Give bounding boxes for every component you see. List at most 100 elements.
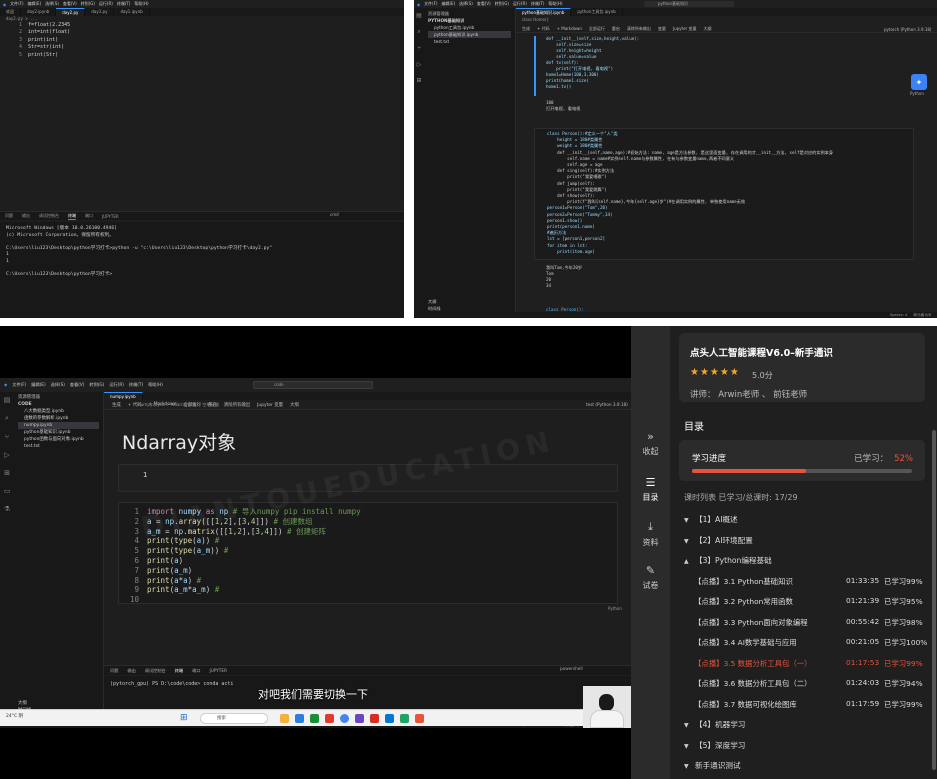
editor-tab[interactable]: day1.py bbox=[85, 8, 115, 16]
search-icon[interactable]: ⌕ bbox=[5, 414, 9, 423]
kernel-picker[interactable]: pytorch (Python 3.9.18) bbox=[884, 27, 931, 32]
code-editor[interactable]: 1 f=float(2.2345 2 int=int(float) 3 print(int… bbox=[0, 22, 404, 216]
sidebar-item[interactable]: PYTHON基础知识 bbox=[428, 17, 511, 24]
terminal-kind[interactable]: powershell bbox=[560, 666, 583, 671]
toolbar-item[interactable]: 大纲 bbox=[290, 402, 299, 408]
sidebar-section[interactable]: 大纲 bbox=[428, 298, 441, 305]
store-icon[interactable] bbox=[310, 714, 319, 723]
extensions-icon[interactable]: ⊞ bbox=[4, 469, 10, 477]
extensions-icon[interactable]: ⊞ bbox=[416, 77, 421, 84]
section-item[interactable]: ▼ 【1】AI概述 bbox=[684, 514, 924, 525]
menu-item[interactable]: 查看(V) bbox=[63, 1, 77, 7]
editor-tab[interactable]: day2.py bbox=[56, 8, 86, 16]
sidebar-item[interactable]: python函数与面向对象.ipynb bbox=[18, 436, 99, 443]
app-icon[interactable] bbox=[325, 714, 334, 723]
rail-collapse[interactable]: » 收起 bbox=[631, 430, 670, 457]
wps-icon[interactable] bbox=[370, 714, 379, 723]
toolbar-item[interactable]: Jupyter 变量 bbox=[673, 26, 697, 32]
menu-item[interactable]: 编辑(E) bbox=[442, 1, 456, 7]
edge-icon[interactable] bbox=[295, 714, 304, 723]
sidebar-item[interactable]: test.txt bbox=[18, 443, 99, 450]
panel-tab[interactable]: 终端 bbox=[68, 213, 76, 220]
editor-tab[interactable]: python基础知识.ipynb bbox=[516, 8, 572, 16]
sidebar-item[interactable]: python工具包.ipynb bbox=[428, 24, 511, 31]
toolbar-item[interactable]: 生成 bbox=[522, 26, 530, 32]
sidebar-section[interactable]: 大纲 bbox=[18, 700, 31, 707]
remote-icon[interactable]: ▭ bbox=[4, 487, 11, 495]
panel-tab[interactable]: 问题 bbox=[110, 668, 118, 674]
panel-tab[interactable]: 端口 bbox=[85, 213, 93, 219]
toolbar-item[interactable]: 清除所有输出 bbox=[627, 26, 651, 32]
menu-item[interactable]: 文件(F) bbox=[10, 1, 23, 7]
toolbar-item[interactable]: + 代码 bbox=[537, 26, 550, 32]
sidebar-item[interactable]: python基础知识.ipynb bbox=[428, 31, 511, 38]
tab-numpy[interactable]: numpy.ipynb bbox=[104, 392, 143, 400]
editor-tab[interactable]: day2.ipynb bbox=[21, 8, 57, 16]
kernel-picker[interactable]: test (Python 3.9.18) bbox=[586, 402, 628, 407]
section-item[interactable]: ▼ 【2】AI环境配置 bbox=[684, 535, 924, 546]
source-control-icon[interactable]: ⑂ bbox=[417, 45, 421, 52]
app-icon[interactable] bbox=[355, 714, 364, 723]
menu-item[interactable]: 运行(R) bbox=[109, 382, 124, 388]
toolbar-item[interactable]: 重启 bbox=[612, 26, 620, 32]
rail-exam[interactable]: ✎ 试卷 bbox=[631, 564, 670, 591]
editor-tab[interactable]: python工具包.ipynb bbox=[571, 8, 623, 16]
section-item[interactable]: ▼ 【4】机器学习 bbox=[684, 719, 924, 730]
sidebar-item[interactable]: test.txt bbox=[428, 38, 511, 45]
rail-catalog[interactable]: ☰ 目录 bbox=[631, 476, 670, 503]
chrome-icon[interactable] bbox=[340, 714, 349, 723]
menu-item[interactable]: 转到(G) bbox=[495, 1, 509, 7]
rail-materials[interactable]: ⤓ 资料 bbox=[631, 520, 670, 548]
run-debug-icon[interactable]: ▷ bbox=[4, 451, 9, 459]
menu-item[interactable]: 选择(S) bbox=[51, 382, 65, 388]
app-icon[interactable] bbox=[415, 714, 424, 723]
menu-item[interactable]: 帮助(H) bbox=[148, 382, 163, 388]
panel-tab[interactable]: 终端 bbox=[175, 668, 183, 674]
menu-item[interactable]: 帮助(H) bbox=[548, 1, 562, 7]
menu-item[interactable]: 帮助(H) bbox=[134, 1, 148, 7]
sidebar-item[interactable]: 函数的参数解析.ipynb bbox=[18, 415, 99, 422]
code-cell[interactable]: class Person():#定义一个"人"类 height = 180#类属… bbox=[534, 128, 914, 260]
sidebar-item[interactable]: numpy.ipynb bbox=[18, 422, 99, 429]
panel-tab[interactable]: 问题 bbox=[5, 213, 13, 219]
toolbar-item[interactable]: 生成 bbox=[112, 402, 121, 408]
panel-tab[interactable]: JUPYTER bbox=[102, 214, 119, 219]
pycharm-icon[interactable] bbox=[400, 714, 409, 723]
search-icon[interactable]: ⌕ bbox=[417, 28, 420, 36]
files-icon[interactable]: ▤ bbox=[4, 396, 11, 404]
section-item[interactable]: ▲ 【3】Python编程基础 bbox=[684, 555, 924, 566]
sidebar-item[interactable]: CODE bbox=[18, 401, 99, 408]
toolbar-item[interactable]: Jupyter 变量 bbox=[257, 402, 283, 408]
editor-tab[interactable]: 欢迎 bbox=[0, 8, 21, 16]
section-item[interactable]: ▼ 【5】深度学习 bbox=[684, 740, 924, 751]
flask-icon[interactable]: ⚗ bbox=[4, 505, 10, 513]
cell-language[interactable]: Python bbox=[608, 606, 622, 611]
menu-item[interactable]: 选择(S) bbox=[459, 1, 473, 7]
source-control-icon[interactable]: ⑂ bbox=[5, 433, 9, 441]
toolbar-item[interactable]: 清除所有输出 bbox=[224, 402, 250, 408]
panel-tab[interactable]: JUPYTER bbox=[210, 668, 227, 673]
menu-item[interactable]: 查看(V) bbox=[477, 1, 491, 7]
search-input[interactable]: python基础知识 bbox=[644, 1, 734, 7]
sidebar-item[interactable]: python基础知识.ipynb bbox=[18, 429, 99, 436]
panel-tab[interactable]: 输出 bbox=[127, 668, 135, 674]
menu-item[interactable]: 编辑(E) bbox=[28, 1, 42, 7]
toolbar-item[interactable]: 大纲 bbox=[703, 26, 711, 32]
menu-item[interactable]: 文件(F) bbox=[12, 382, 26, 388]
code-cell[interactable]: def __init__(self,size,height,value): se… bbox=[534, 36, 914, 96]
menu-item[interactable]: 选择(S) bbox=[45, 1, 59, 7]
panel-tab[interactable]: 调试控制台 bbox=[39, 213, 59, 219]
editor-tab[interactable]: day1.ipynb bbox=[114, 8, 150, 16]
sidebar-item[interactable]: 八大数据类型.ipynb bbox=[18, 408, 99, 415]
sidebar-section[interactable]: 时间线 bbox=[428, 305, 441, 312]
status-item[interactable]: 单元格 8/8 bbox=[913, 313, 931, 318]
toolbar-item[interactable]: 变量 bbox=[658, 26, 666, 32]
panel-tab[interactable]: 输出 bbox=[22, 213, 30, 219]
menu-item[interactable]: 运行(R) bbox=[513, 1, 527, 7]
section-item[interactable]: ▼ 新手通识测试 bbox=[684, 760, 924, 771]
menu-item[interactable]: 终端(T) bbox=[531, 1, 545, 7]
search-input[interactable]: code bbox=[253, 381, 373, 389]
terminal-kind[interactable]: cmd bbox=[330, 212, 339, 217]
menu-item[interactable]: 终端(T) bbox=[129, 382, 143, 388]
run-debug-icon[interactable]: ▷ bbox=[417, 61, 422, 68]
